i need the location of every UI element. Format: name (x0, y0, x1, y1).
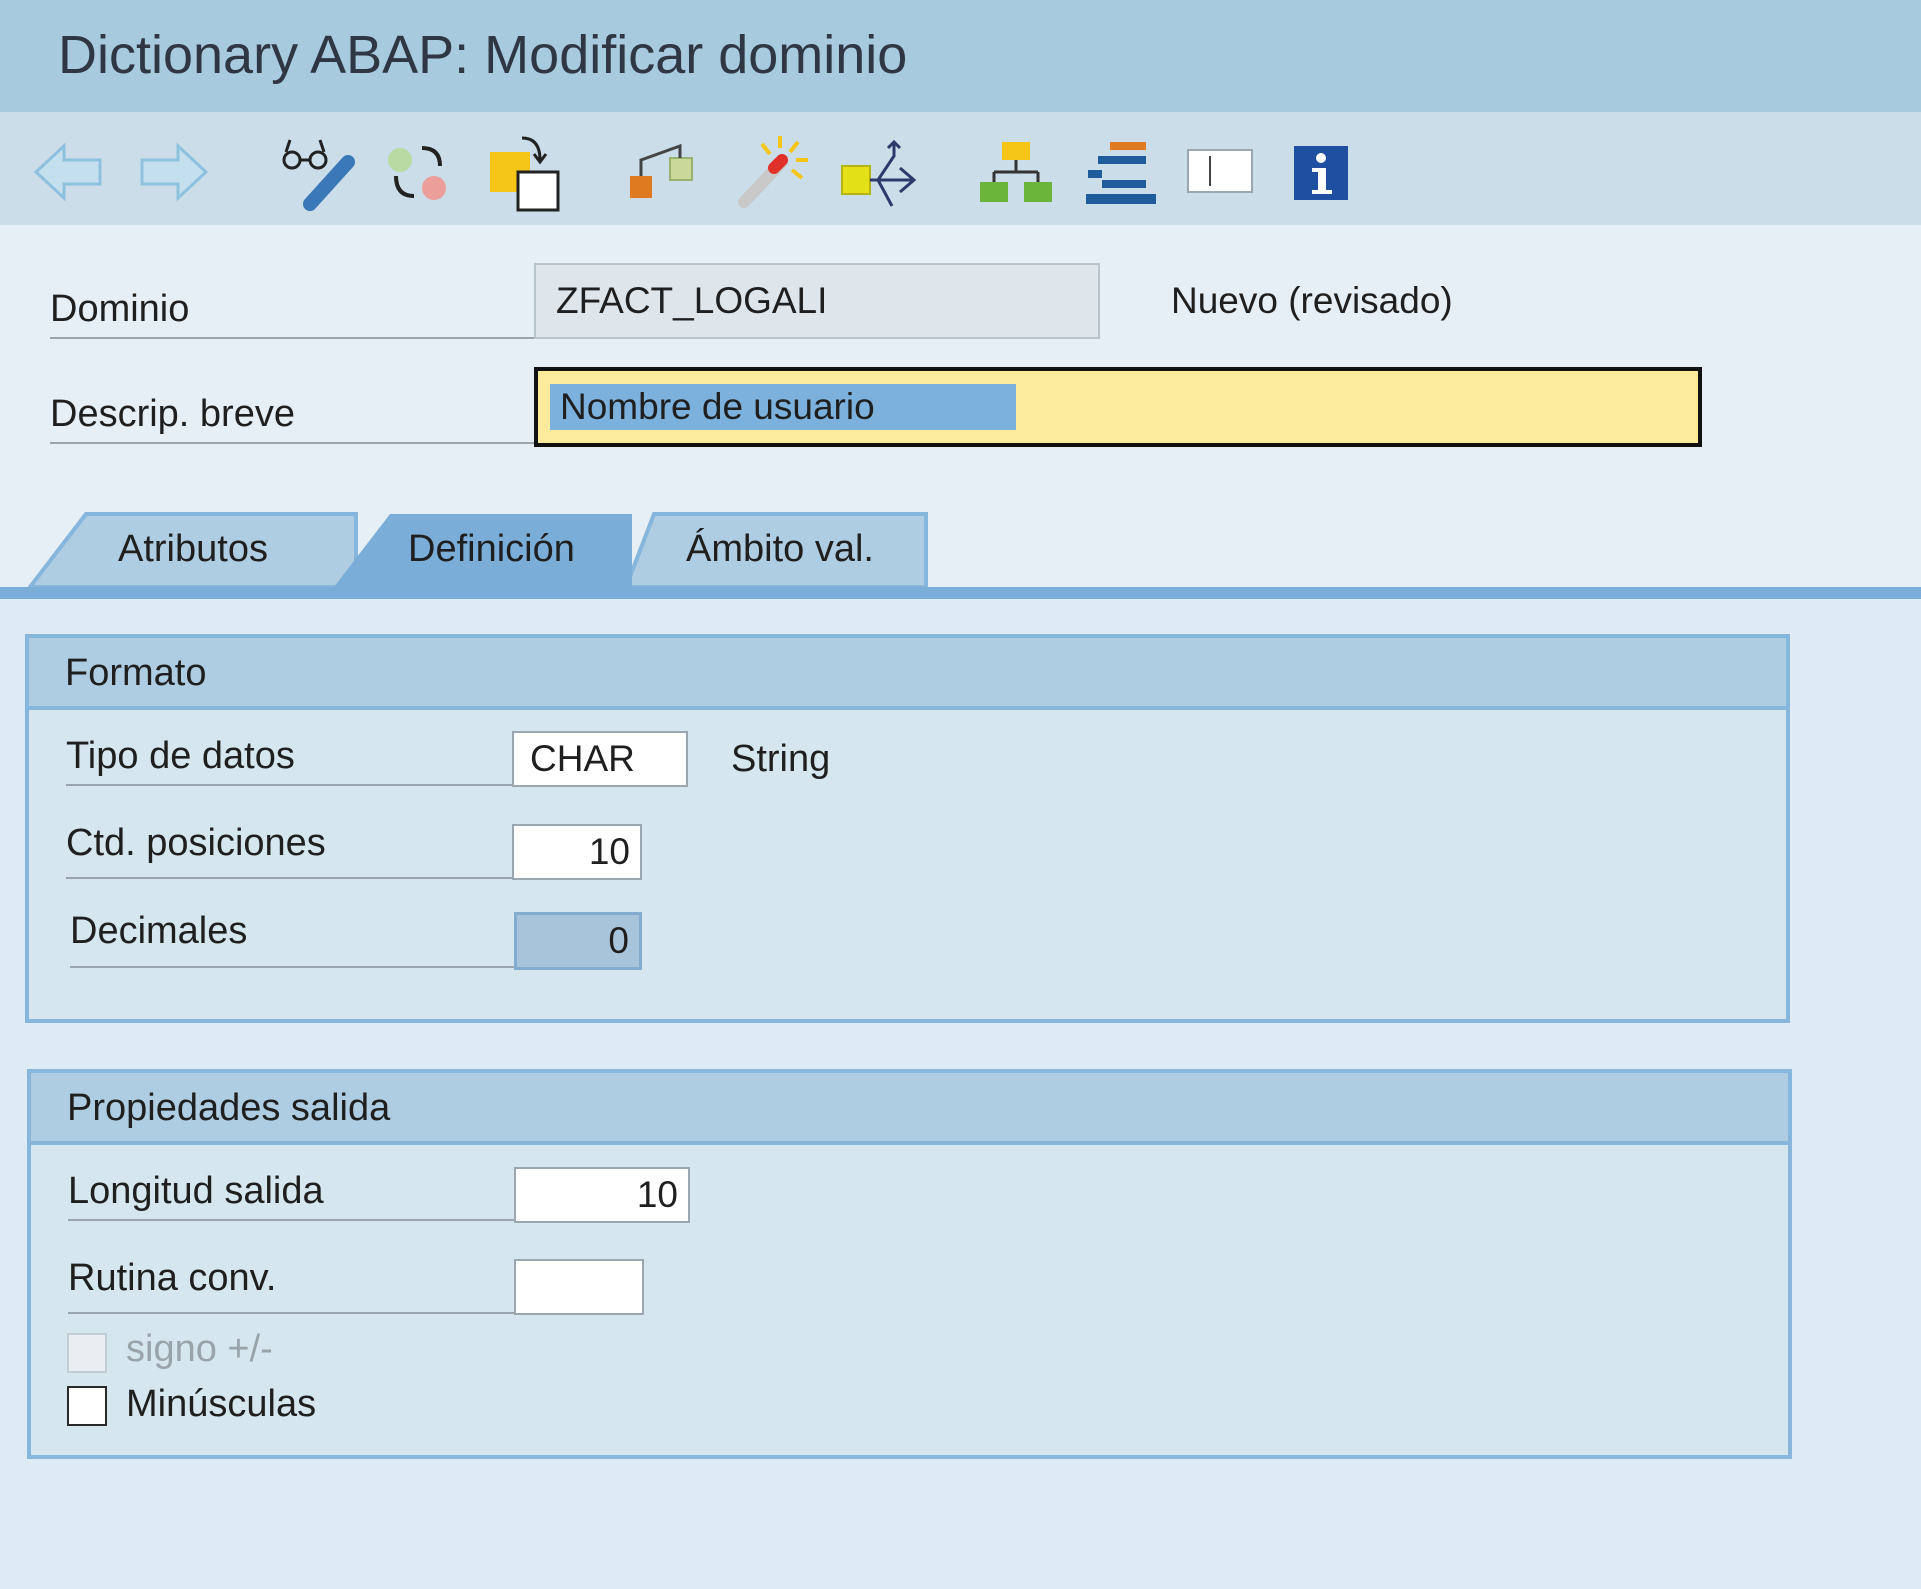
sign-checkbox-label: signo +/- (126, 1328, 273, 1370)
formato-title: Formato (65, 652, 207, 694)
domain-label: Dominio (50, 288, 190, 330)
tab-strip-line (0, 587, 1921, 599)
tab-ambito-val[interactable]: Ámbito val. (624, 510, 928, 587)
short-desc-input[interactable]: Nombre de usuario (534, 367, 1702, 447)
formato-group-header: Formato (29, 638, 1786, 710)
conv-routine-input[interactable] (514, 1259, 644, 1315)
sign-checkbox (67, 1333, 107, 1373)
conv-routine-label: Rutina conv. (68, 1257, 277, 1299)
output-length-label-underline (68, 1219, 516, 1221)
lowercase-checkbox[interactable] (67, 1386, 107, 1426)
forward-arrow-icon[interactable] (132, 132, 212, 212)
object-list-icon[interactable] (838, 132, 918, 212)
length-label-underline (66, 877, 514, 879)
length-label: Ctd. posiciones (66, 822, 326, 864)
back-arrow-icon[interactable] (30, 132, 110, 212)
tab-definicion[interactable]: Definición (334, 510, 632, 587)
layout-icon[interactable] (1080, 132, 1160, 212)
other-object-icon[interactable] (486, 132, 566, 212)
data-type-label: Tipo de datos (66, 735, 295, 777)
output-properties-title: Propiedades salida (67, 1087, 391, 1129)
tab-atributos[interactable]: Atributos (28, 510, 358, 587)
short-desc-label-underline (50, 442, 534, 444)
lowercase-checkbox-label: Minúsculas (126, 1383, 317, 1425)
domain-field: ZFACT_LOGALI (534, 263, 1100, 339)
output-length-input[interactable]: 10 (514, 1167, 690, 1223)
decimals-label-underline (70, 966, 516, 968)
decimals-label: Decimales (70, 910, 248, 952)
domain-label-underline (50, 337, 534, 339)
decimals-input: 0 (514, 912, 642, 970)
tab-definicion-label: Definición (408, 528, 575, 570)
window-title: Dictionary ABAP: Modificar dominio (58, 25, 908, 85)
output-length-label: Longitud salida (68, 1170, 324, 1212)
data-type-input[interactable]: CHAR (512, 731, 688, 787)
tab-ambito-val-label: Ámbito val. (686, 528, 874, 570)
status-text: Nuevo (revisado) (1171, 280, 1453, 321)
navigation-window-icon[interactable] (976, 132, 1056, 212)
info-icon[interactable] (1290, 132, 1370, 212)
activate-icon[interactable] (624, 132, 704, 212)
tab-atributos-label: Atributos (118, 528, 268, 570)
where-used-icon[interactable] (736, 132, 816, 212)
short-desc-selected-text: Nombre de usuario (550, 384, 1016, 430)
length-input[interactable]: 10 (512, 824, 642, 880)
short-desc-label: Descrip. breve (50, 393, 295, 435)
split-screen-icon[interactable] (1186, 132, 1266, 212)
display-change-icon[interactable] (280, 132, 360, 212)
conv-routine-label-underline (68, 1312, 516, 1314)
data-type-label-underline (66, 784, 514, 786)
data-type-description: String (731, 738, 831, 780)
output-properties-header: Propiedades salida (31, 1073, 1788, 1145)
active-inactive-icon[interactable] (378, 132, 458, 212)
title-bar: Dictionary ABAP: Modificar dominio (0, 0, 1921, 112)
